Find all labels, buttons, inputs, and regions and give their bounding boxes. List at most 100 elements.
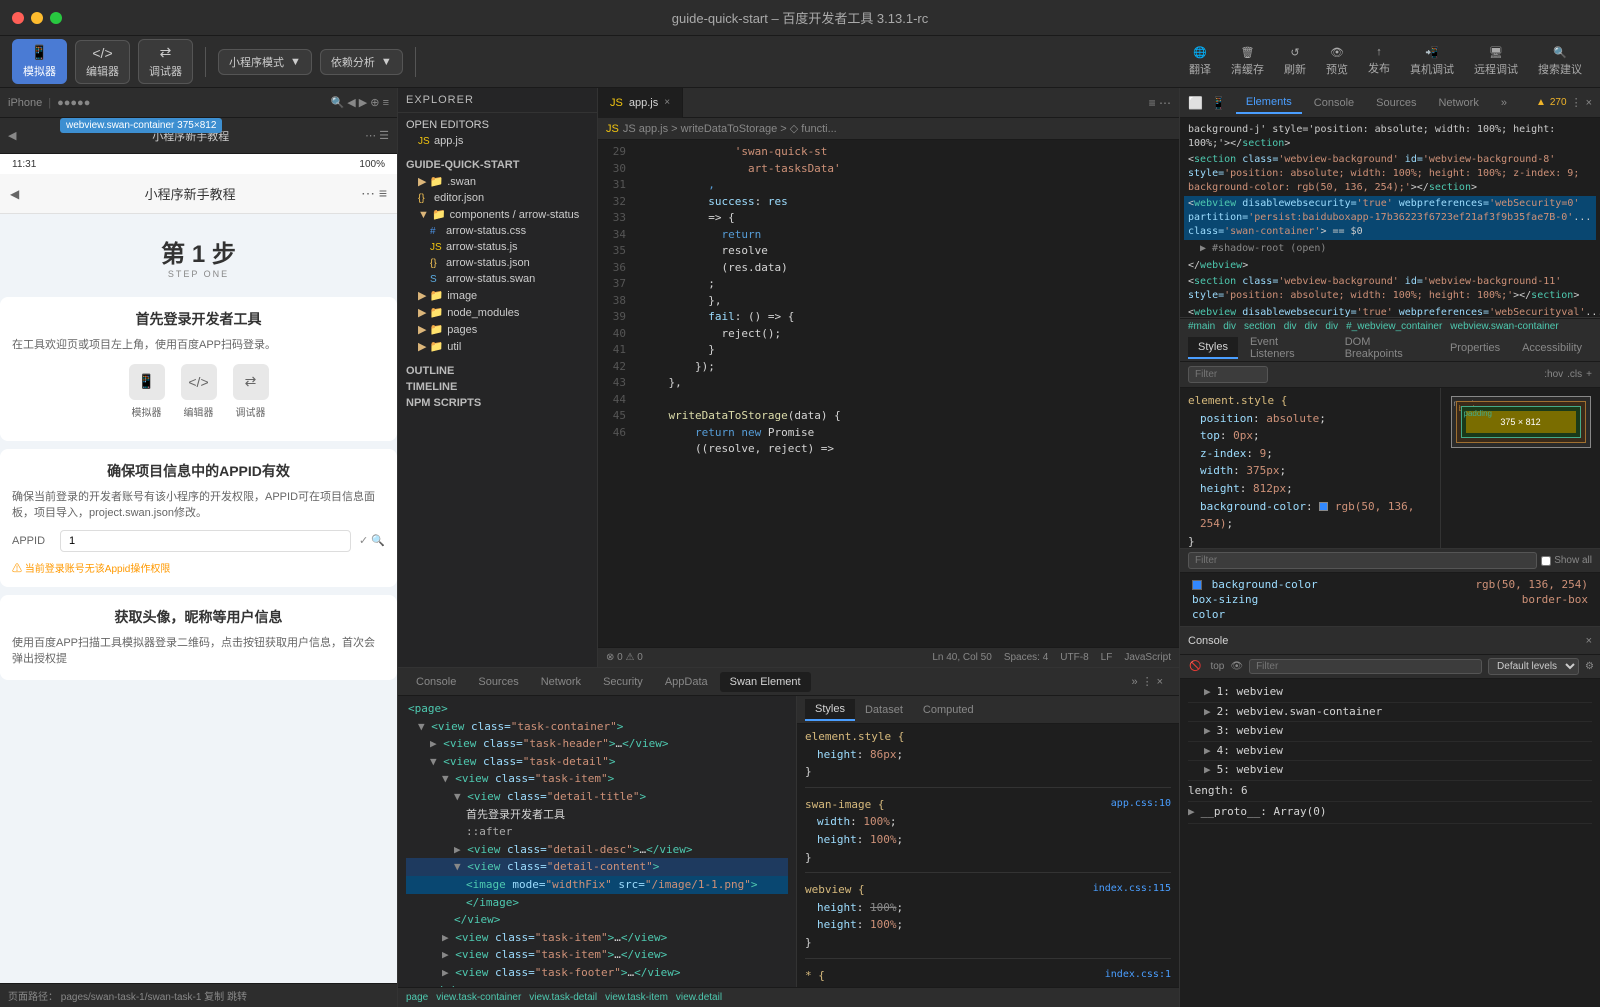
dom-line-10[interactable]: <image mode="widthFix" src="/image/1-1.p… — [406, 876, 788, 894]
console-clear-btn[interactable]: 🚫 — [1186, 660, 1204, 673]
html-line-6[interactable]: <section class='webview-background' id='… — [1184, 274, 1596, 304]
bc-div4[interactable]: div — [1325, 321, 1338, 332]
styles-tab-styles[interactable]: Styles — [1188, 337, 1238, 359]
translate-button[interactable]: 🌐 翻译 — [1183, 42, 1217, 81]
dom-line-12[interactable]: </view> — [406, 911, 788, 929]
console-eye-icon[interactable]: 👁 — [1230, 661, 1243, 672]
console-item-4[interactable]: ▶ 4: webview — [1188, 742, 1592, 762]
close-window-button[interactable] — [12, 12, 24, 24]
dom-line-7[interactable]: ::after — [406, 823, 788, 841]
bc-webview-container[interactable]: #_webview_container — [1346, 321, 1442, 332]
expand-icon-1[interactable]: ▶ — [1204, 684, 1211, 701]
console-item-5[interactable]: ▶ 5: webview — [1188, 761, 1592, 781]
clear-cache-button[interactable]: 🗑 清缓存 — [1225, 42, 1270, 81]
arrow-swan-item[interactable]: S arrow-status.swan — [398, 271, 597, 287]
dom-line-9[interactable]: ▼ <view class="detail-content"> — [406, 858, 788, 876]
expand-icon-3[interactable]: ▶ — [1204, 723, 1211, 740]
mode-dropdown[interactable]: 小程序模式 ▼ — [218, 49, 312, 75]
tab-console[interactable]: Console — [406, 672, 466, 692]
cls-btn[interactable]: .cls — [1567, 369, 1582, 380]
html-line-3[interactable]: <webview disablewebsecurity='true' webpr… — [1184, 196, 1596, 240]
styles-tab-access[interactable]: Accessibility — [1512, 338, 1592, 358]
html-line-4[interactable]: ▶ #shadow-root (open) — [1184, 240, 1596, 257]
util-folder[interactable]: ▶ 📁 util — [398, 338, 597, 355]
tab-console-dt[interactable]: Console — [1304, 93, 1364, 113]
console-item-proto[interactable]: ▶ __proto__: Array(0) — [1188, 802, 1592, 824]
search-suggest-button[interactable]: 🔍 搜索建议 — [1532, 42, 1588, 81]
arrow-json-item[interactable]: {} arrow-status.json — [398, 255, 597, 271]
dom-line-11[interactable]: </image> — [406, 894, 788, 912]
console-filter-input[interactable] — [1249, 659, 1482, 674]
tab-appdata[interactable]: AppData — [655, 672, 718, 692]
editor-tab-appjs[interactable]: JS app.js × — [598, 88, 683, 118]
project-item[interactable]: GUIDE-QUICK-START — [398, 157, 597, 173]
arrow-js-item[interactable]: JS arrow-status.js — [398, 239, 597, 255]
html-line-1[interactable]: background-j' style='position: absolute;… — [1184, 122, 1596, 152]
tab-close-icon[interactable]: × — [664, 97, 670, 108]
dom-line-14[interactable]: ▶ <view class="task-item">…</view> — [406, 946, 788, 964]
tab-swan-element[interactable]: Swan Element — [720, 672, 811, 692]
html-line-2[interactable]: <section class='webview-background' id='… — [1184, 152, 1596, 196]
back-arrow[interactable]: ◀ — [10, 187, 19, 201]
computed-filter-input[interactable] — [1188, 552, 1537, 569]
components-folder[interactable]: ▼ 📁 components / arrow-status — [398, 206, 597, 223]
dom-line-13[interactable]: ▶ <view class="task-item">…</view> — [406, 929, 788, 947]
bc-section[interactable]: section — [1244, 321, 1276, 332]
tab-sources-dt[interactable]: Sources — [1366, 93, 1426, 113]
devtools-device-icon[interactable]: 📱 — [1211, 96, 1226, 110]
devtools-inspect-icon[interactable]: ⬜ — [1188, 96, 1203, 110]
npm-scripts-item[interactable]: NPM SCRIPTS — [398, 395, 597, 411]
simulator-button[interactable]: 📱 模拟器 — [12, 39, 67, 84]
editor-json-item[interactable]: {} editor.json — [398, 190, 597, 206]
appid-input[interactable] — [60, 530, 351, 552]
editor-button[interactable]: </> 编辑器 — [75, 40, 130, 84]
swan-folder[interactable]: ▶ 📁 .swan — [398, 173, 597, 190]
code-content[interactable]: 'swan-quick-st art-tasksData' , success:… — [634, 140, 1179, 647]
show-all-check[interactable] — [1541, 556, 1551, 566]
minimize-window-button[interactable] — [31, 12, 43, 24]
device-debug-button[interactable]: 📲 真机调试 — [1404, 42, 1460, 81]
expand-icon-2[interactable]: ▶ — [1204, 704, 1211, 721]
console-item-2[interactable]: ▶ 2: webview.swan-container — [1188, 703, 1592, 723]
maximize-window-button[interactable] — [50, 12, 62, 24]
node-modules-folder[interactable]: ▶ 📁 node_modules — [398, 304, 597, 321]
tab-sources[interactable]: Sources — [468, 672, 528, 692]
bottom-more-icon[interactable]: » — [1131, 676, 1137, 688]
styles-tab-dom[interactable]: DOM Breakpoints — [1335, 332, 1438, 364]
console-close-btn[interactable]: × — [1586, 635, 1592, 647]
refresh-button[interactable]: ↺ 刷新 — [1278, 42, 1312, 81]
app-js-item[interactable]: JS app.js — [398, 133, 597, 149]
swan-tab-computed[interactable]: Computed — [913, 700, 984, 720]
console-item-1[interactable]: ▶ 1: webview — [1188, 683, 1592, 703]
dom-line-6[interactable]: 首先登录开发者工具 — [406, 806, 788, 824]
bottom-close-icon[interactable]: × — [1157, 676, 1163, 688]
dependency-dropdown[interactable]: 依赖分析 ▼ — [320, 49, 403, 75]
dom-line-15[interactable]: ▶ <view class="task-footer">…</view> — [406, 964, 788, 982]
swan-tab-dataset[interactable]: Dataset — [855, 700, 913, 720]
pages-folder[interactable]: ▶ 📁 pages — [398, 321, 597, 338]
remote-debug-button[interactable]: 🖥 远程调试 — [1468, 42, 1524, 81]
nav-more[interactable]: ⋯ ≡ — [361, 185, 387, 202]
styles-filter-input[interactable] — [1188, 366, 1268, 383]
bottom-settings-icon[interactable]: ⋮ — [1142, 675, 1153, 688]
tab-security[interactable]: Security — [593, 672, 653, 692]
console-item-3[interactable]: ▶ 3: webview — [1188, 722, 1592, 742]
dom-line-page[interactable]: <page> — [406, 700, 788, 718]
bc-webview-swan[interactable]: webview.swan-container — [1450, 321, 1558, 332]
dom-line-3[interactable]: ▼ <view class="task-detail"> — [406, 753, 788, 771]
styles-tab-props[interactable]: Properties — [1440, 338, 1510, 358]
breadcrumb-page[interactable]: page — [406, 992, 428, 1003]
expand-icon-5[interactable]: ▶ — [1204, 762, 1211, 779]
dom-line-5[interactable]: ▼ <view class="detail-title"> — [406, 788, 788, 806]
tab-elements[interactable]: Elements — [1236, 92, 1302, 114]
debugger-button[interactable]: ⇄ 调试器 — [138, 39, 193, 84]
dom-line-2[interactable]: ▶ <view class="task-header">…</view> — [406, 735, 788, 753]
devtools-settings-icon[interactable]: ⋮ — [1571, 96, 1582, 109]
expand-icon-4[interactable]: ▶ — [1204, 743, 1211, 760]
breadcrumb-task-item[interactable]: view.task-item — [605, 992, 668, 1003]
show-all-checkbox[interactable]: Show all — [1541, 555, 1592, 566]
console-settings-icon[interactable]: ⚙ — [1585, 661, 1594, 672]
tab-more-dt[interactable]: » — [1491, 93, 1517, 113]
devtools-close-icon[interactable]: × — [1586, 97, 1592, 109]
arrow-css-item[interactable]: # arrow-status.css — [398, 223, 597, 239]
